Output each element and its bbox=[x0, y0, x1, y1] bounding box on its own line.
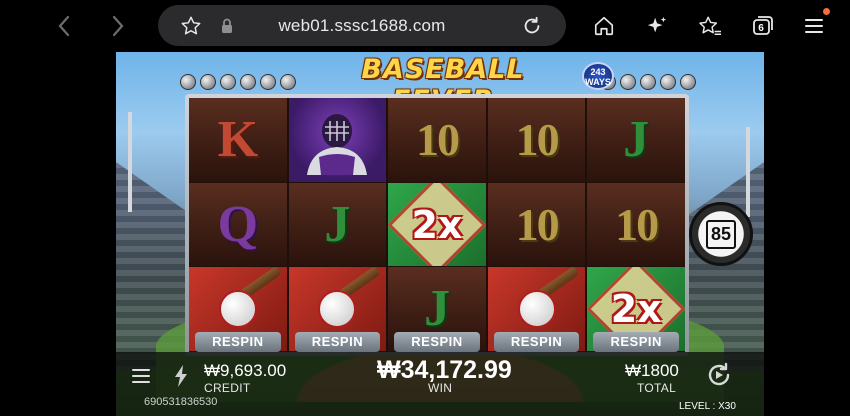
reel-cell: 10 bbox=[487, 182, 586, 268]
light-pole bbox=[746, 127, 750, 217]
home-button[interactable] bbox=[590, 12, 618, 40]
notification-dot bbox=[823, 8, 830, 15]
sparkle-icon bbox=[647, 16, 667, 33]
chevron-left-icon bbox=[58, 15, 70, 37]
turbo-button[interactable] bbox=[170, 362, 192, 390]
credit-label: CREDIT bbox=[204, 381, 251, 395]
respin-button[interactable]: RESPIN bbox=[493, 332, 580, 352]
reel-cell: Q bbox=[189, 182, 287, 268]
reel-cell: 10 bbox=[388, 98, 486, 183]
level-value: X30 bbox=[718, 401, 736, 412]
reel-frame: K Q RESPIN J RESPIN 10 2x J RESPIN 10 10 RESPIN J 10 2… bbox=[185, 94, 689, 356]
baseball-icon bbox=[218, 290, 257, 329]
symbol-q: Q bbox=[217, 195, 259, 253]
respin-button[interactable]: RESPIN bbox=[394, 332, 480, 352]
level-label: LEVEL : bbox=[679, 401, 716, 412]
reel-cell: J bbox=[587, 98, 685, 183]
symbol-j: J bbox=[423, 280, 450, 338]
star-list-icon bbox=[699, 16, 721, 35]
respin-counter: 85 bbox=[689, 202, 753, 266]
reel-cell: J bbox=[288, 182, 387, 268]
multiplier-symbol: 2x bbox=[411, 202, 463, 247]
total-bet-amount: ₩1800 bbox=[625, 361, 679, 380]
respin-button[interactable]: RESPIN bbox=[195, 332, 281, 352]
browser-toolbar: web01.sssc1688.com 6 bbox=[0, 0, 850, 52]
reel-2: J RESPIN bbox=[288, 98, 389, 353]
home-icon bbox=[594, 16, 614, 36]
bottom-bar: ₩9,693.00 CREDIT ₩34,172.99 WIN ₩1800 TO… bbox=[116, 352, 764, 416]
menu-button[interactable] bbox=[800, 12, 828, 40]
lightning-icon bbox=[175, 365, 187, 387]
reel-3: 10 2x J RESPIN bbox=[388, 98, 488, 353]
forward-button[interactable] bbox=[104, 12, 132, 40]
round-id: 690531836530 bbox=[144, 396, 218, 408]
reel-cell: 10 bbox=[587, 182, 685, 268]
reel-cell: 2x bbox=[388, 182, 486, 268]
symbol-10: 10 bbox=[415, 113, 460, 165]
win-label: WIN bbox=[428, 381, 453, 395]
credit-amount: ₩9,693.00 bbox=[204, 361, 287, 380]
reels-grid: K Q RESPIN J RESPIN 10 2x J RESPIN 10 10 RESPIN J 10 2… bbox=[189, 98, 685, 353]
url-text: web01.sssc1688.com bbox=[278, 16, 446, 35]
sparkle-button[interactable] bbox=[643, 12, 671, 40]
chevron-right-icon bbox=[112, 15, 124, 37]
reel-4: 10 10 RESPIN bbox=[487, 98, 588, 353]
reload-icon[interactable] bbox=[520, 14, 544, 38]
baseball-icon bbox=[517, 290, 556, 329]
tabs-button[interactable]: 6 bbox=[749, 12, 777, 40]
ways-badge: 243 WAYS bbox=[582, 62, 614, 90]
respin-button[interactable]: RESPIN bbox=[593, 332, 679, 352]
light-pole bbox=[128, 112, 132, 212]
catcher-player-icon bbox=[307, 113, 368, 175]
symbol-10: 10 bbox=[515, 113, 560, 165]
bookmarks-button[interactable] bbox=[696, 12, 724, 40]
menu-toggle-button[interactable] bbox=[130, 364, 152, 388]
reel-cell: K bbox=[189, 98, 287, 183]
hamburger-icon bbox=[805, 19, 823, 33]
reel-5: J 10 2x RESPIN bbox=[587, 98, 685, 353]
multiplier-symbol: 2x bbox=[610, 287, 662, 332]
symbol-j: J bbox=[324, 195, 351, 253]
respin-button[interactable]: RESPIN bbox=[294, 332, 381, 352]
tab-count: 6 bbox=[758, 22, 764, 34]
address-bar[interactable]: web01.sssc1688.com bbox=[158, 5, 566, 46]
symbol-k: K bbox=[217, 110, 259, 168]
reel-cell: 10 bbox=[487, 98, 586, 183]
reel-cell bbox=[288, 98, 387, 183]
respin-counter-value: 85 bbox=[705, 219, 737, 249]
total-bet-label: TOTAL bbox=[637, 381, 677, 395]
spin-icon bbox=[708, 362, 730, 386]
symbol-j: J bbox=[623, 110, 650, 168]
symbol-10: 10 bbox=[615, 198, 659, 250]
level-indicator: LEVEL : X30 bbox=[679, 401, 736, 412]
game-canvas[interactable]: BASEBALL FEVER 243 WAYS KQRESPINJRESPIN1… bbox=[116, 52, 764, 416]
spin-button[interactable] bbox=[704, 360, 734, 390]
hamburger-icon bbox=[132, 369, 150, 383]
symbol-10: 10 bbox=[515, 198, 560, 250]
game-logo: BASEBALL FEVER bbox=[361, 54, 525, 116]
back-button[interactable] bbox=[50, 12, 78, 40]
baseball-icon bbox=[318, 290, 357, 329]
reel-1: K Q RESPIN bbox=[189, 98, 289, 353]
